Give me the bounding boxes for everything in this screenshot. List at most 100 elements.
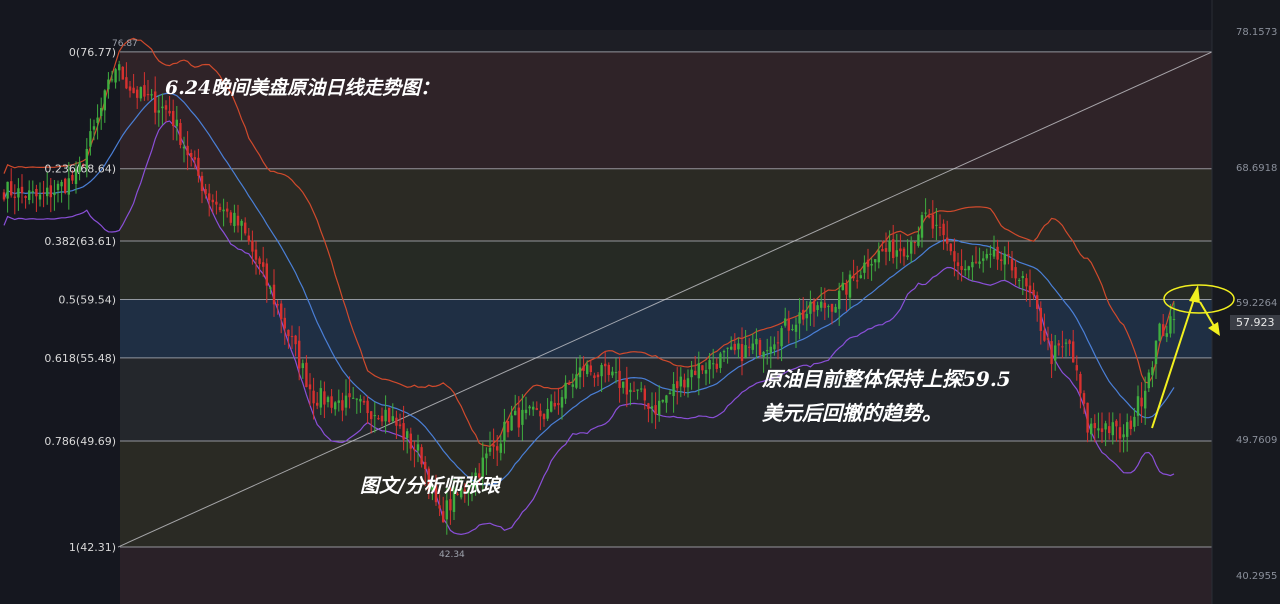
candle-body-211 bbox=[762, 351, 765, 357]
candle-body-233 bbox=[841, 282, 844, 291]
candle-body-6 bbox=[24, 195, 27, 199]
candle-body-276 bbox=[996, 246, 999, 260]
candle-body-238 bbox=[859, 275, 862, 279]
fib-label-0: 0(76.77) bbox=[69, 46, 116, 59]
candle-body-1 bbox=[6, 181, 9, 199]
candle-body-85 bbox=[308, 384, 312, 390]
candle-body-159 bbox=[575, 374, 578, 388]
candle-body-89 bbox=[323, 391, 326, 405]
candle-body-300 bbox=[1082, 393, 1086, 404]
candle-body-177 bbox=[640, 388, 643, 390]
candle-body-99 bbox=[359, 398, 362, 402]
candle-body-227 bbox=[820, 301, 823, 308]
band-below-bottom bbox=[120, 547, 1212, 604]
candle-body-78 bbox=[283, 317, 286, 329]
candle-body-256 bbox=[924, 212, 927, 214]
candle-body-289 bbox=[1043, 330, 1046, 341]
candle-body-26 bbox=[96, 117, 99, 123]
candle-body-293 bbox=[1057, 343, 1060, 346]
fib-band-5 bbox=[120, 441, 1212, 548]
candle-body-324 bbox=[1169, 316, 1172, 334]
candle-body-39 bbox=[143, 85, 146, 97]
candle-body-163 bbox=[589, 365, 592, 373]
candle-body-13 bbox=[49, 185, 52, 198]
candle-body-137 bbox=[496, 446, 499, 451]
candle-body-184 bbox=[665, 395, 668, 403]
candle-body-18 bbox=[67, 178, 70, 195]
candle-body-320 bbox=[1154, 340, 1158, 365]
candle-body-68 bbox=[247, 235, 250, 242]
candle-body-294 bbox=[1061, 346, 1064, 348]
candle-body-135 bbox=[488, 447, 492, 452]
candle-body-122 bbox=[442, 511, 445, 523]
fib-label-4: 0.618(55.48) bbox=[44, 352, 116, 365]
candle-body-94 bbox=[341, 400, 344, 411]
candle-body-98 bbox=[355, 398, 358, 400]
candle-body-164 bbox=[593, 375, 596, 378]
candle-body-191 bbox=[690, 369, 693, 378]
price-tick-4: 49.7609 bbox=[1236, 435, 1277, 446]
candle-body-73 bbox=[265, 263, 268, 286]
candle-body-260 bbox=[938, 227, 942, 229]
candle-body-239 bbox=[863, 262, 866, 273]
candle-body-254 bbox=[917, 234, 920, 246]
candle-body-148 bbox=[535, 408, 538, 410]
candle-body-275 bbox=[992, 249, 996, 257]
candle-body-112 bbox=[406, 431, 409, 439]
candle-body-317 bbox=[1144, 390, 1147, 409]
low-extreme-label: 42.34 bbox=[439, 550, 465, 560]
candle-body-192 bbox=[694, 370, 697, 376]
candle-body-272 bbox=[982, 258, 985, 261]
candle-body-219 bbox=[791, 328, 794, 330]
candle-body-156 bbox=[564, 382, 567, 399]
candle-body-81 bbox=[294, 335, 297, 345]
candle-body-314 bbox=[1133, 416, 1136, 427]
candle-body-59 bbox=[215, 201, 218, 205]
candle-body-123 bbox=[445, 500, 448, 520]
candle-body-95 bbox=[344, 395, 348, 408]
candle-body-139 bbox=[503, 421, 506, 442]
candle-body-295 bbox=[1064, 342, 1068, 344]
candle-body-147 bbox=[532, 406, 535, 410]
candle-body-142 bbox=[514, 410, 517, 416]
candle-body-169 bbox=[611, 371, 614, 376]
candle-body-218 bbox=[787, 318, 790, 331]
candle-body-12 bbox=[46, 187, 49, 197]
candle-body-252 bbox=[910, 241, 913, 254]
candle-body-106 bbox=[384, 409, 387, 422]
candle-body-172 bbox=[622, 381, 625, 388]
candle-body-2 bbox=[10, 181, 13, 196]
candle-body-124 bbox=[449, 499, 452, 511]
candle-body-5 bbox=[20, 186, 24, 194]
candle-body-160 bbox=[578, 367, 582, 378]
candle-body-193 bbox=[697, 363, 700, 379]
chart-container: 0(76.77) 0.236(68.64) 0.382(63.61) 0.5(59.5… bbox=[0, 0, 1280, 604]
candle-body-249 bbox=[899, 248, 902, 252]
candle-body-204 bbox=[737, 343, 740, 350]
candle-body-82 bbox=[298, 340, 301, 369]
candle-body-63 bbox=[229, 212, 232, 223]
candle-body-91 bbox=[330, 396, 333, 408]
candle-body-70 bbox=[254, 249, 258, 260]
candle-body-168 bbox=[607, 364, 610, 375]
candle-body-196 bbox=[708, 360, 711, 370]
candle-body-258 bbox=[931, 214, 934, 229]
candle-body-298 bbox=[1075, 365, 1078, 371]
candle-body-322 bbox=[1162, 324, 1165, 337]
candle-body-138 bbox=[499, 443, 502, 453]
candle-body-134 bbox=[485, 453, 488, 459]
candle-body-231 bbox=[834, 306, 837, 313]
candle-body-250 bbox=[902, 248, 906, 257]
price-tick-2: 68.6918 bbox=[1236, 163, 1277, 174]
candle-body-88 bbox=[319, 388, 322, 408]
candle-body-153 bbox=[553, 402, 556, 407]
candle-body-310 bbox=[1118, 427, 1122, 439]
candle-body-35 bbox=[128, 86, 132, 91]
candle-body-101 bbox=[366, 400, 369, 414]
candle-body-278 bbox=[1003, 253, 1006, 265]
candle-body-171 bbox=[618, 370, 621, 389]
candle-body-229 bbox=[827, 306, 830, 308]
fibonacci-bands bbox=[120, 30, 1212, 604]
candle-body-114 bbox=[413, 449, 416, 451]
candle-body-30 bbox=[110, 79, 114, 81]
